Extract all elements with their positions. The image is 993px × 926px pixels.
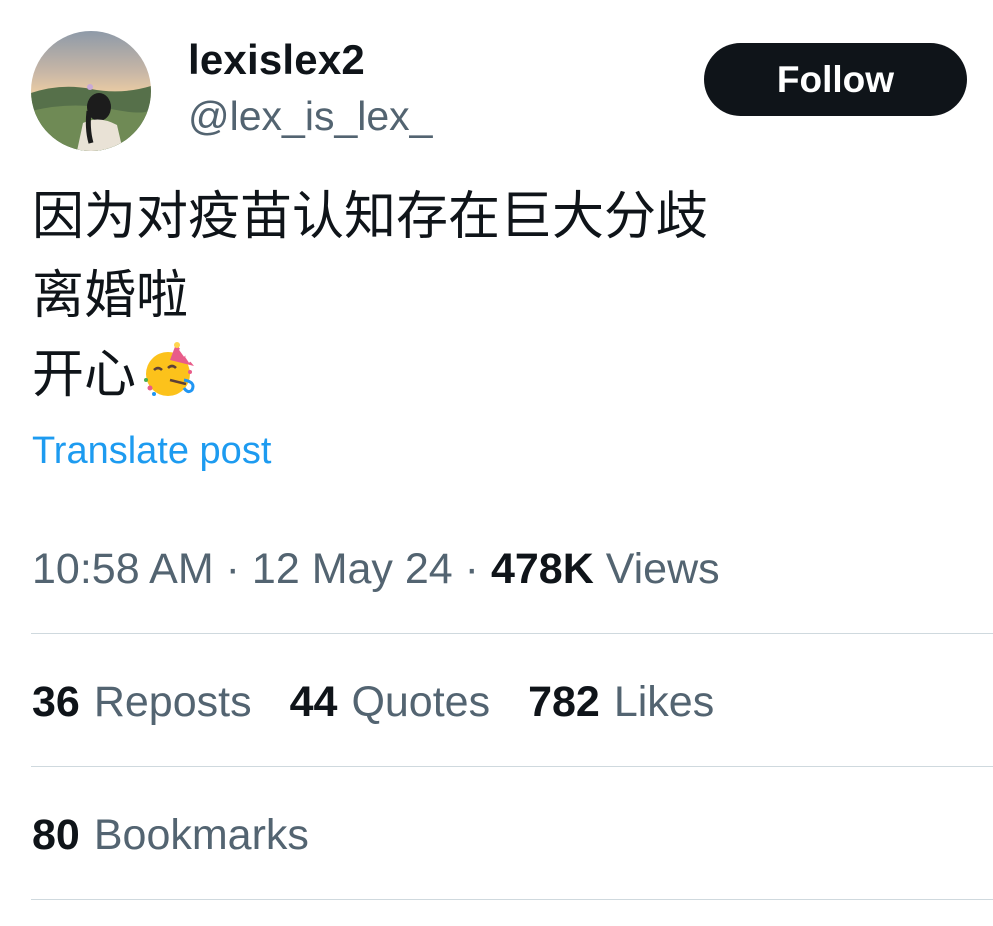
divider [31, 766, 993, 767]
reposts-count: 36 [32, 678, 80, 726]
post-line: 因为对疫苗认知存在巨大分歧 [32, 187, 709, 247]
quotes-label: Quotes [351, 678, 491, 726]
post-metadata: 10:58 AM · 12 May 24 · 478K Views [32, 545, 720, 594]
engagement-stats: 36 Reposts 44 Quotes 782 Likes [32, 678, 714, 727]
bookmarks-label: Bookmarks [93, 811, 309, 859]
post-line-with-emoji: 开心 [32, 336, 708, 415]
divider [31, 899, 993, 900]
meta-separator: · [464, 545, 479, 593]
quotes-count: 44 [289, 678, 338, 726]
avatar-image [31, 31, 151, 151]
bookmarks-count: 80 [32, 811, 80, 859]
bookmarks-stat[interactable]: 80 Bookmarks [32, 811, 309, 860]
views-count: 478K [490, 545, 594, 593]
meta-separator: · [225, 545, 240, 593]
post-line: 离婚啦 [32, 266, 189, 326]
reposts-label: Reposts [93, 678, 252, 726]
likes-label: Likes [613, 678, 715, 726]
views-label: Views [605, 545, 720, 593]
translate-post-link[interactable]: Translate post [32, 430, 271, 473]
divider [31, 633, 993, 634]
post-line: 开心 [32, 345, 137, 405]
post-text: 因为对疫苗认知存在巨大分歧 离婚啦 开心 [32, 178, 708, 415]
reposts-stat[interactable]: 36 Reposts [32, 678, 252, 727]
display-name[interactable]: lexislex2 [188, 36, 365, 84]
post-time[interactable]: 10:58 AM [32, 545, 214, 593]
quotes-stat[interactable]: 44 Quotes [290, 678, 490, 727]
likes-stat[interactable]: 782 Likes [528, 678, 714, 727]
likes-count: 782 [528, 678, 600, 726]
post-date[interactable]: 12 May 24 [252, 545, 453, 593]
follow-button[interactable]: Follow [704, 43, 967, 116]
avatar[interactable] [31, 31, 151, 151]
partying-face-icon [144, 342, 195, 396]
handle[interactable]: @lex_is_lex_ [188, 93, 432, 140]
